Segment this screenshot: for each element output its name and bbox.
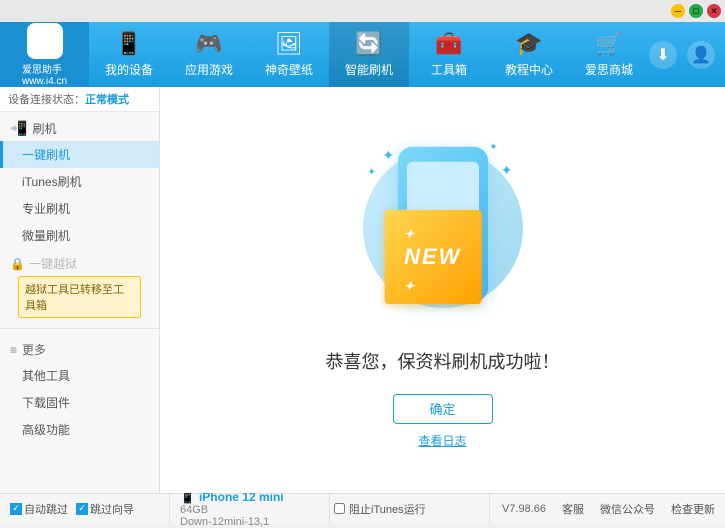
logo[interactable]: i 爱思助手 www.i4.cn bbox=[0, 22, 89, 87]
more-section-title: ≡ 更多 bbox=[0, 337, 159, 362]
my-device-icon: 📱 bbox=[115, 31, 142, 57]
sidebar-item-professional[interactable]: 专业刷机 bbox=[0, 195, 159, 222]
smart-flash-icon: 🔄 bbox=[355, 31, 382, 57]
checkbox-auto[interactable]: ✓ 自动跳过 bbox=[10, 501, 68, 517]
wallpaper-icon: 🖼 bbox=[275, 31, 303, 57]
sidebar-item-micro[interactable]: 微量刷机 bbox=[0, 222, 159, 249]
nav-right: ⬇ 👤 bbox=[649, 41, 725, 69]
star-icon-4: ✦ bbox=[501, 162, 513, 179]
header: i 爱思助手 www.i4.cn 📱 我的设备 🎮 应用游戏 🖼 神奇壁纸 🔄 … bbox=[0, 22, 725, 87]
main-content: ✦ ✦ ✦ ✦ NEW 恭喜您，保资料刷机成功啦！ 确定 查看日志 bbox=[160, 87, 725, 493]
sidebar-item-one-click[interactable]: 一键刷机 bbox=[0, 141, 159, 168]
logo-icon: i bbox=[27, 23, 63, 59]
nav-tutorial[interactable]: 🎓 教程中心 bbox=[489, 22, 569, 87]
nav-toolbox[interactable]: 🧰 工具箱 bbox=[409, 22, 489, 87]
toolbox-icon: 🧰 bbox=[435, 31, 462, 57]
success-text: 恭喜您，保资料刷机成功啦！ bbox=[326, 348, 560, 374]
title-bar: ─ □ ✕ bbox=[0, 0, 725, 22]
nav-apps[interactable]: 🎮 应用游戏 bbox=[169, 22, 249, 87]
flash-icon: 📲 bbox=[10, 120, 27, 137]
star-icon-2: ✦ bbox=[489, 142, 497, 153]
star-icon-3: ✦ bbox=[368, 167, 376, 178]
sidebar-item-advanced[interactable]: 高级功能 bbox=[0, 416, 159, 443]
apps-icon: 🎮 bbox=[195, 31, 222, 57]
maximize-button[interactable]: □ bbox=[689, 4, 703, 18]
device-info-section: 📱 iPhone 12 mini 64GB Down-12mini-13,1 bbox=[170, 494, 330, 523]
checkbox-auto-box[interactable]: ✓ bbox=[10, 503, 22, 515]
jailbreak-section: 🔒 一键越狱 越狱工具已转移至工具箱 bbox=[0, 253, 159, 324]
more-section: ≡ 更多 其他工具 下载固件 高级功能 bbox=[0, 333, 159, 447]
tutorial-icon: 🎓 bbox=[515, 31, 542, 57]
nav-my-device[interactable]: 📱 我的设备 bbox=[89, 22, 169, 87]
status-left: ✓ 自动跳过 ✓ 跳过向导 bbox=[10, 494, 170, 523]
sidebar-item-download-firmware[interactable]: 下载固件 bbox=[0, 389, 159, 416]
daily-log-link[interactable]: 查看日志 bbox=[418, 432, 466, 449]
connection-status: 设备连接状态：正常模式 bbox=[0, 87, 159, 112]
star-icon-1: ✦ bbox=[383, 147, 395, 164]
nav-smart-flash[interactable]: 🔄 智能刷机 bbox=[329, 22, 409, 87]
sidebar-item-other-tools[interactable]: 其他工具 bbox=[0, 362, 159, 389]
nav-wallpaper[interactable]: 🖼 神奇壁纸 bbox=[249, 22, 329, 87]
download-button[interactable]: ⬇ bbox=[649, 41, 677, 69]
minimize-button[interactable]: ─ bbox=[671, 4, 685, 18]
success-illustration: ✦ ✦ ✦ ✦ NEW bbox=[353, 132, 533, 332]
itunes-checkbox[interactable] bbox=[334, 503, 345, 514]
lines-icon: ≡ bbox=[10, 343, 17, 357]
nav-shop[interactable]: 🛒 爱思商城 bbox=[569, 22, 649, 87]
close-button[interactable]: ✕ bbox=[707, 4, 721, 18]
check-update-link[interactable]: 检查更新 bbox=[671, 501, 715, 517]
sidebar: 📲 刷机 一键刷机 iTunes刷机 专业刷机 微量刷机 bbox=[0, 112, 160, 493]
wechat-link[interactable]: 微信公众号 bbox=[600, 501, 655, 517]
confirm-button[interactable]: 确定 bbox=[393, 394, 493, 424]
checkbox-guided[interactable]: ✓ 跳过向导 bbox=[76, 501, 134, 517]
customer-service-link[interactable]: 客服 bbox=[562, 501, 584, 517]
status-right: V7.98.66 客服 微信公众号 检查更新 bbox=[502, 501, 715, 517]
flash-section-title: 📲 刷机 bbox=[0, 116, 159, 141]
itunes-status[interactable]: 阻止iTunes运行 bbox=[330, 494, 490, 523]
shop-icon: 🛒 bbox=[595, 31, 622, 57]
checkbox-guided-box[interactable]: ✓ bbox=[76, 503, 88, 515]
new-badge: NEW bbox=[384, 210, 481, 304]
main-wrapper: 设备连接状态：正常模式 📲 刷机 一键刷机 iTunes刷机 bbox=[0, 87, 725, 523]
sidebar-divider bbox=[0, 328, 159, 329]
jailbreak-warning: 越狱工具已转移至工具箱 bbox=[18, 276, 141, 318]
nav-items: 📱 我的设备 🎮 应用游戏 🖼 神奇壁纸 🔄 智能刷机 🧰 工具箱 🎓 教程中心… bbox=[89, 22, 649, 87]
status-bar-bottom: ✓ 自动跳过 ✓ 跳过向导 📱 iPhone 12 mini 64GB Down… bbox=[0, 493, 725, 523]
user-button[interactable]: 👤 bbox=[687, 41, 715, 69]
logo-text: 爱思助手 www.i4.cn bbox=[22, 61, 67, 87]
sidebar-item-itunes[interactable]: iTunes刷机 bbox=[0, 168, 159, 195]
flash-section: 📲 刷机 一键刷机 iTunes刷机 专业刷机 微量刷机 bbox=[0, 112, 159, 253]
